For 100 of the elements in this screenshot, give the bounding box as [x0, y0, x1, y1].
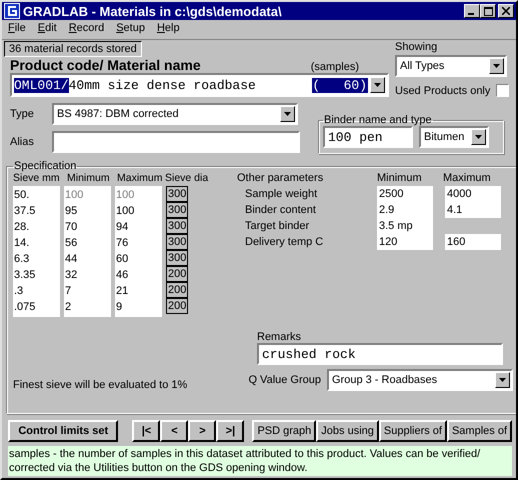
- column-header: Sieve dia: [165, 172, 208, 184]
- sieve-dia-button[interactable]: 300: [166, 218, 188, 234]
- sieve-size-cell-text: .075: [14, 300, 36, 315]
- alias-label: Alias: [10, 136, 35, 148]
- minimum-cell-text: 100: [65, 188, 84, 203]
- maximum-cell-text: 100: [116, 188, 136, 203]
- product-code: OML001/: [14, 78, 69, 92]
- used-products-checkbox[interactable]: [496, 84, 510, 97]
- maximum-cell-text: 46: [116, 268, 130, 283]
- parameter-label: Target binder: [244, 219, 310, 234]
- navigation-button[interactable]: >: [188, 420, 216, 442]
- dropdown-arrow-icon: [284, 112, 291, 116]
- minimize-button[interactable]: [464, 4, 480, 18]
- minimum-cell-text: 56: [65, 236, 78, 251]
- minimum-cell: 120: [377, 234, 433, 250]
- maximize-button[interactable]: [480, 4, 496, 18]
- parameter-label: Delivery temp C: [244, 235, 324, 250]
- control-limits-button[interactable]: Control limits set: [8, 420, 118, 442]
- dropdown-arrow-icon: [475, 135, 482, 139]
- sieve-dia-button[interactable]: 300: [166, 234, 188, 250]
- maximum-cell: 160: [445, 234, 501, 250]
- maximum-cell: 4.1: [445, 202, 501, 218]
- dropdown-arrow-icon: [374, 83, 381, 87]
- maximum-cell: 4000: [445, 186, 501, 202]
- type-label: Type: [10, 108, 35, 120]
- navigation-button[interactable]: >|: [216, 420, 244, 442]
- column-header: Minimum: [67, 172, 111, 184]
- parameter-label: Sample weight: [244, 187, 318, 202]
- q-value-dropdown[interactable]: Group 3 - Roadbases: [327, 369, 513, 391]
- help-text: samples - the number of samples in this dataset attributed to this product. Values can be verified/ corrected via the Utilities button on the GDS opening window.: [8, 446, 512, 476]
- remarks-field[interactable]: crushed rock: [257, 343, 503, 365]
- minimum-cell-text: 7: [65, 284, 72, 299]
- close-button[interactable]: [498, 4, 514, 18]
- sieve-size-cell-text: 3.35: [14, 268, 36, 283]
- minimum-cell: 2500: [377, 186, 433, 202]
- action-button[interactable]: Samples of: [446, 420, 512, 442]
- sieve-dia-button[interactable]: 300: [166, 202, 188, 218]
- column-header: Sieve mm: [13, 172, 61, 184]
- binder-type-dropdown[interactable]: Bitumen: [419, 126, 489, 148]
- menu-item[interactable]: Setup: [116, 22, 145, 37]
- record-count: 36 material records stored: [4, 41, 142, 57]
- used-products-label: Used Products only: [395, 84, 490, 96]
- material-name: 40mm size dense roadbase: [68, 78, 257, 92]
- maximize-icon: [484, 6, 492, 16]
- minimum-cell-text: 32: [65, 268, 78, 283]
- sieve-size-cell-text: 14.: [14, 236, 30, 251]
- sieve-dia-button[interactable]: 300: [166, 250, 188, 266]
- column-header: Maximum: [443, 172, 492, 184]
- minimum-cell-text: 95: [65, 204, 78, 219]
- showing-dropdown[interactable]: All Types: [395, 55, 507, 77]
- q-value-label: Q Value Group: [248, 374, 321, 386]
- showing-label: Showing: [395, 41, 438, 53]
- minimum-cell: 2.9: [377, 202, 433, 218]
- menu-item[interactable]: Record: [68, 22, 104, 37]
- dropdown-arrow-icon: [493, 64, 500, 68]
- column-header: Minimum: [377, 172, 423, 184]
- action-button[interactable]: Suppliers of: [378, 420, 447, 442]
- maximum-cell-text: 9: [116, 300, 124, 315]
- remarks-label: Remarks: [257, 331, 302, 343]
- specification-title: Specification: [13, 160, 78, 172]
- maximum-cell-text: 76: [116, 236, 130, 251]
- parameter-label: Binder content: [244, 203, 317, 218]
- maximum-cell-text: 60: [116, 252, 130, 267]
- sieve-dia-button[interactable]: 200: [166, 298, 188, 314]
- product-dropdown[interactable]: OML001/40mm size dense roadbase ( 60): [10, 73, 389, 97]
- action-button[interactable]: PSD graph: [252, 420, 316, 442]
- samples-label: (samples): [310, 61, 359, 73]
- alias-field[interactable]: [52, 131, 300, 153]
- navigation-button[interactable]: |<: [132, 420, 160, 442]
- minimum-cell-text: 70: [65, 220, 78, 235]
- binder-group-title: Binder name and type: [323, 114, 433, 126]
- sieve-dia-button[interactable]: 200: [166, 266, 188, 282]
- maximum-cell-text: 100: [116, 204, 136, 219]
- binder-name-field[interactable]: 100 pen: [323, 126, 413, 148]
- type-dropdown[interactable]: BS 4987: DBM corrected: [52, 103, 298, 125]
- menu-item[interactable]: Help: [156, 22, 180, 37]
- sieve-size-cell-text: 28.: [14, 220, 30, 235]
- menu-item[interactable]: Edit: [38, 22, 57, 37]
- sieve-size-cell-text: .3: [14, 284, 24, 299]
- column-header: Other parameters: [237, 172, 324, 184]
- minimum-cell-text: 44: [65, 252, 78, 267]
- app-logo-icon: [4, 3, 20, 19]
- action-button[interactable]: Jobs using: [316, 420, 379, 442]
- finest-sieve-note: Finest sieve will be evaluated to 1%: [13, 379, 188, 391]
- maximum-cell-text: 21: [116, 284, 130, 299]
- close-icon: [502, 7, 510, 15]
- sieve-size-cell-text: 37.5: [14, 204, 36, 219]
- sieve-size-cell-text: 50.: [14, 188, 30, 203]
- window-title: GRADLAB - Materials in c:\gds\demodata\: [23, 4, 283, 18]
- maximum-cell-text: 94: [116, 220, 130, 235]
- dropdown-arrow-icon: [499, 378, 506, 382]
- navigation-button[interactable]: <: [160, 420, 188, 442]
- minimum-cell: 3.5 mp: [377, 218, 433, 234]
- sample-count: ( 60): [312, 78, 368, 92]
- product-label: Product code/ Material name: [10, 57, 202, 73]
- sieve-dia-button[interactable]: 200: [166, 282, 188, 298]
- sieve-size-cell-text: 6.3: [14, 252, 30, 267]
- menu-item[interactable]: File: [8, 22, 26, 37]
- minimum-cell-text: 2: [65, 300, 72, 315]
- column-header: Maximum: [117, 172, 164, 184]
